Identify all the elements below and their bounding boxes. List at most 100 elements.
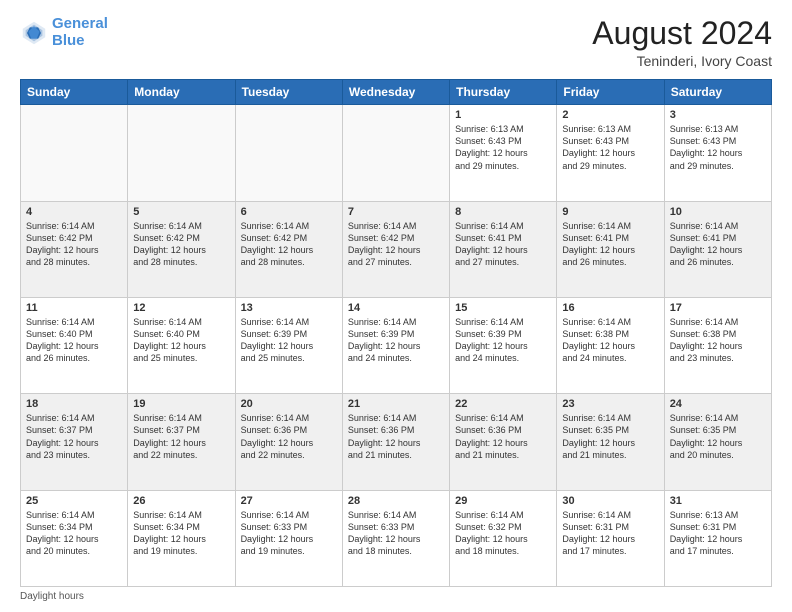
day-number: 26 [133, 495, 229, 507]
header-day-tuesday: Tuesday [235, 80, 342, 105]
day-number: 8 [455, 206, 551, 218]
page: General Blue August 2024 Teninderi, Ivor… [0, 0, 792, 612]
day-number: 30 [562, 495, 658, 507]
day-number: 19 [133, 398, 229, 410]
header-day-wednesday: Wednesday [342, 80, 449, 105]
day-number: 27 [241, 495, 337, 507]
day-number: 7 [348, 206, 444, 218]
day-info: Sunrise: 6:14 AM Sunset: 6:36 PM Dayligh… [348, 412, 444, 461]
calendar-cell: 4 Sunrise: 6:14 AM Sunset: 6:42 PM Daylig… [21, 201, 128, 297]
calendar-table: SundayMondayTuesdayWednesdayThursdayFrid… [20, 79, 772, 587]
day-info: Sunrise: 6:14 AM Sunset: 6:35 PM Dayligh… [562, 412, 658, 461]
day-number: 14 [348, 302, 444, 314]
day-info: Sunrise: 6:14 AM Sunset: 6:37 PM Dayligh… [133, 412, 229, 461]
day-number: 22 [455, 398, 551, 410]
calendar-cell: 29 Sunrise: 6:14 AM Sunset: 6:32 PM Dayli… [450, 490, 557, 586]
day-info: Sunrise: 6:14 AM Sunset: 6:42 PM Dayligh… [133, 220, 229, 269]
day-info: Sunrise: 6:14 AM Sunset: 6:40 PM Dayligh… [133, 316, 229, 365]
day-number: 10 [670, 206, 766, 218]
day-info: Sunrise: 6:14 AM Sunset: 6:35 PM Dayligh… [670, 412, 766, 461]
day-info: Sunrise: 6:14 AM Sunset: 6:41 PM Dayligh… [670, 220, 766, 269]
day-info: Sunrise: 6:14 AM Sunset: 6:31 PM Dayligh… [562, 509, 658, 558]
day-number: 11 [26, 302, 122, 314]
day-info: Sunrise: 6:14 AM Sunset: 6:41 PM Dayligh… [562, 220, 658, 269]
day-info: Sunrise: 6:14 AM Sunset: 6:32 PM Dayligh… [455, 509, 551, 558]
calendar-week-2: 4 Sunrise: 6:14 AM Sunset: 6:42 PM Daylig… [21, 201, 772, 297]
day-info: Sunrise: 6:14 AM Sunset: 6:33 PM Dayligh… [241, 509, 337, 558]
day-number: 13 [241, 302, 337, 314]
calendar-cell [235, 105, 342, 201]
day-number: 21 [348, 398, 444, 410]
calendar-cell: 10 Sunrise: 6:14 AM Sunset: 6:41 PM Dayli… [664, 201, 771, 297]
day-info: Sunrise: 6:14 AM Sunset: 6:41 PM Dayligh… [455, 220, 551, 269]
calendar-week-5: 25Sunrise: 6:14 AM Sunset: 6:34 PM Dayli… [21, 490, 772, 586]
calendar-week-4: 18Sunrise: 6:14 AM Sunset: 6:37 PM Dayli… [21, 394, 772, 490]
calendar-cell [21, 105, 128, 201]
day-info: Sunrise: 6:14 AM Sunset: 6:38 PM Dayligh… [670, 316, 766, 365]
footer-note: Daylight hours [20, 591, 772, 602]
day-info: Sunrise: 6:14 AM Sunset: 6:36 PM Dayligh… [455, 412, 551, 461]
day-info: Sunrise: 6:14 AM Sunset: 6:39 PM Dayligh… [348, 316, 444, 365]
day-info: Sunrise: 6:14 AM Sunset: 6:39 PM Dayligh… [455, 316, 551, 365]
day-info: Sunrise: 6:14 AM Sunset: 6:42 PM Dayligh… [241, 220, 337, 269]
subtitle: Teninderi, Ivory Coast [592, 53, 772, 69]
calendar-cell: 20 Sunrise: 6:14 AM Sunset: 6:36 PM Dayli… [235, 394, 342, 490]
day-info: Sunrise: 6:14 AM Sunset: 6:37 PM Dayligh… [26, 412, 122, 461]
day-info: Sunrise: 6:14 AM Sunset: 6:34 PM Dayligh… [133, 509, 229, 558]
calendar-cell: 21 Sunrise: 6:14 AM Sunset: 6:36 PM Dayli… [342, 394, 449, 490]
day-info: Sunrise: 6:13 AM Sunset: 6:43 PM Dayligh… [670, 123, 766, 172]
day-number: 6 [241, 206, 337, 218]
calendar-cell: 24 Sunrise: 6:14 AM Sunset: 6:35 PM Dayli… [664, 394, 771, 490]
day-info: Sunrise: 6:14 AM Sunset: 6:40 PM Dayligh… [26, 316, 122, 365]
day-number: 1 [455, 109, 551, 121]
calendar-cell: 16Sunrise: 6:14 AM Sunset: 6:38 PM Dayli… [557, 297, 664, 393]
calendar-cell: 17 Sunrise: 6:14 AM Sunset: 6:38 PM Dayli… [664, 297, 771, 393]
logo-text: General Blue [52, 16, 108, 49]
calendar-cell: 6 Sunrise: 6:14 AM Sunset: 6:42 PM Daylig… [235, 201, 342, 297]
day-number: 23 [562, 398, 658, 410]
day-number: 15 [455, 302, 551, 314]
day-info: Sunrise: 6:13 AM Sunset: 6:43 PM Dayligh… [455, 123, 551, 172]
calendar-cell: 12Sunrise: 6:14 AM Sunset: 6:40 PM Dayli… [128, 297, 235, 393]
day-number: 24 [670, 398, 766, 410]
header-day-monday: Monday [128, 80, 235, 105]
day-number: 29 [455, 495, 551, 507]
calendar-cell: 11 Sunrise: 6:14 AM Sunset: 6:40 PM Dayli… [21, 297, 128, 393]
day-number: 20 [241, 398, 337, 410]
logo-general: General [52, 15, 108, 32]
day-number: 4 [26, 206, 122, 218]
calendar-cell: 22 Sunrise: 6:14 AM Sunset: 6:36 PM Dayli… [450, 394, 557, 490]
day-number: 3 [670, 109, 766, 121]
calendar-cell: 26 Sunrise: 6:14 AM Sunset: 6:34 PM Dayli… [128, 490, 235, 586]
logo-blue: Blue [52, 32, 85, 49]
day-info: Sunrise: 6:14 AM Sunset: 6:38 PM Dayligh… [562, 316, 658, 365]
calendar-cell: 19 Sunrise: 6:14 AM Sunset: 6:37 PM Dayli… [128, 394, 235, 490]
day-info: Sunrise: 6:14 AM Sunset: 6:42 PM Dayligh… [26, 220, 122, 269]
calendar-cell: 31Sunrise: 6:13 AM Sunset: 6:31 PM Dayli… [664, 490, 771, 586]
day-info: Sunrise: 6:14 AM Sunset: 6:36 PM Dayligh… [241, 412, 337, 461]
day-info: Sunrise: 6:14 AM Sunset: 6:42 PM Dayligh… [348, 220, 444, 269]
day-number: 5 [133, 206, 229, 218]
calendar-cell: 23 Sunrise: 6:14 AM Sunset: 6:35 PM Dayli… [557, 394, 664, 490]
calendar-week-3: 11 Sunrise: 6:14 AM Sunset: 6:40 PM Dayli… [21, 297, 772, 393]
logo-icon [20, 19, 48, 47]
title-block: August 2024 Teninderi, Ivory Coast [592, 16, 772, 69]
calendar-cell: 5 Sunrise: 6:14 AM Sunset: 6:42 PM Daylig… [128, 201, 235, 297]
calendar-cell: 1 Sunrise: 6:13 AM Sunset: 6:43 PM Daylig… [450, 105, 557, 201]
day-info: Sunrise: 6:14 AM Sunset: 6:33 PM Dayligh… [348, 509, 444, 558]
calendar-cell: 9 Sunrise: 6:14 AM Sunset: 6:41 PM Daylig… [557, 201, 664, 297]
calendar-cell: 25Sunrise: 6:14 AM Sunset: 6:34 PM Dayli… [21, 490, 128, 586]
day-number: 9 [562, 206, 658, 218]
calendar-cell: 14 Sunrise: 6:14 AM Sunset: 6:39 PM Dayli… [342, 297, 449, 393]
calendar-cell: 28 Sunrise: 6:14 AM Sunset: 6:33 PM Dayli… [342, 490, 449, 586]
day-number: 17 [670, 302, 766, 314]
calendar-cell: 18Sunrise: 6:14 AM Sunset: 6:37 PM Dayli… [21, 394, 128, 490]
calendar-week-1: 1 Sunrise: 6:13 AM Sunset: 6:43 PM Daylig… [21, 105, 772, 201]
day-number: 28 [348, 495, 444, 507]
calendar-cell: 2Sunrise: 6:13 AM Sunset: 6:43 PM Daylig… [557, 105, 664, 201]
day-number: 2 [562, 109, 658, 121]
calendar-cell [128, 105, 235, 201]
day-info: Sunrise: 6:14 AM Sunset: 6:34 PM Dayligh… [26, 509, 122, 558]
calendar-cell: 3 Sunrise: 6:13 AM Sunset: 6:43 PM Daylig… [664, 105, 771, 201]
calendar-cell: 27 Sunrise: 6:14 AM Sunset: 6:33 PM Dayli… [235, 490, 342, 586]
